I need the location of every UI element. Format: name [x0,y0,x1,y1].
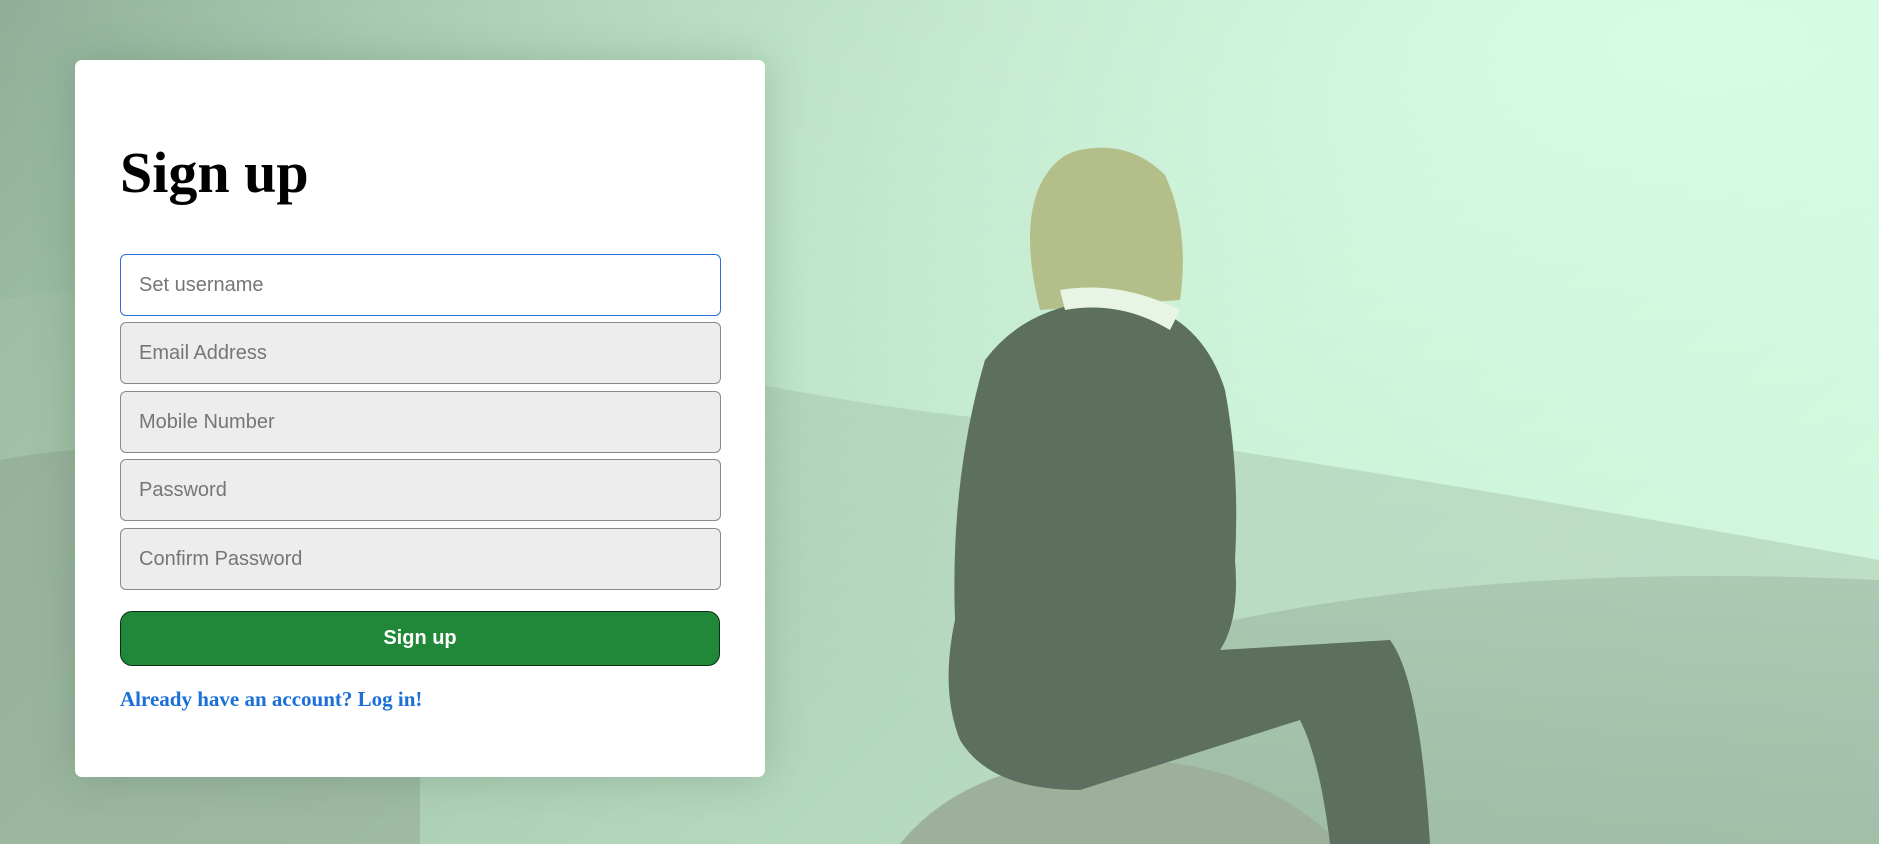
login-link[interactable]: Already have an account? Log in! [120,687,422,712]
signup-card: Sign up Sign up Already have an account?… [75,60,765,777]
username-field[interactable] [120,254,721,316]
password-field[interactable] [120,459,721,521]
email-field[interactable] [120,322,721,384]
mobile-field[interactable] [120,391,721,453]
signup-button[interactable]: Sign up [120,611,720,666]
page-title: Sign up [120,140,309,205]
signup-page: Sign up Sign up Already have an account?… [0,0,1879,844]
confirm-password-field[interactable] [120,528,721,590]
